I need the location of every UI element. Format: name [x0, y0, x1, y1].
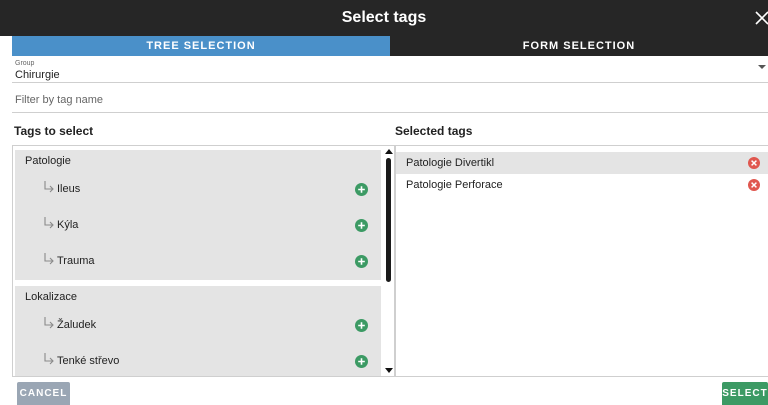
- group-select[interactable]: Group Chirurgie: [12, 56, 768, 83]
- x-circle-icon[interactable]: [748, 179, 760, 191]
- close-icon[interactable]: [754, 8, 768, 28]
- subdirectory-arrow-icon: [44, 217, 54, 229]
- dialog-title: Select tags: [341, 9, 427, 26]
- select-button[interactable]: SELECT: [722, 382, 768, 405]
- tag-group: Lokalizace Žaludek Tenké střevo: [15, 286, 381, 376]
- tag-group: Patologie Ileus Kýla Trauma: [15, 150, 381, 280]
- subdirectory-arrow-icon: [44, 181, 54, 193]
- selected-tag-label: Patologie Perforace: [406, 179, 503, 191]
- tag-item: Trauma: [29, 244, 381, 280]
- selected-tags-panel: Patologie Divertikl Patologie Perforace: [395, 145, 768, 377]
- tag-tree: Patologie Ileus Kýla Trauma Lokalizace Ž…: [15, 150, 381, 376]
- tab-tree-selection[interactable]: TREE SELECTION: [12, 36, 390, 56]
- subdirectory-arrow-icon: [44, 353, 54, 365]
- selection-tabs: TREE SELECTION FORM SELECTION: [12, 36, 768, 56]
- selected-tag-row: Patologie Divertikl: [396, 152, 768, 174]
- tag-group-label: Lokalizace: [25, 291, 77, 303]
- tag-item: Kýla: [29, 208, 381, 244]
- selected-tags-heading: Selected tags: [395, 124, 473, 138]
- cancel-button[interactable]: CANCEL: [17, 382, 70, 405]
- tags-to-select-heading: Tags to select: [14, 124, 94, 138]
- group-select-label: Group: [15, 60, 35, 67]
- scroll-down-icon[interactable]: [385, 368, 393, 373]
- tag-item: Ileus: [29, 172, 381, 208]
- subdirectory-arrow-icon: [44, 317, 54, 329]
- plus-circle-icon[interactable]: [355, 255, 368, 268]
- filter-field: [12, 88, 768, 113]
- plus-circle-icon[interactable]: [355, 219, 368, 232]
- selected-tag-row: Patologie Perforace: [396, 174, 768, 196]
- tag-item-label: Tenké střevo: [57, 355, 120, 367]
- chevron-down-icon[interactable]: [758, 65, 766, 69]
- tree-scrollbar[interactable]: [382, 146, 394, 376]
- dialog-title-bar: Select tags: [0, 0, 768, 36]
- plus-circle-icon[interactable]: [355, 319, 368, 332]
- tags-to-select-panel: Patologie Ileus Kýla Trauma Lokalizace Ž…: [12, 145, 395, 377]
- selected-tag-label: Patologie Divertikl: [406, 157, 495, 169]
- tag-item: Žaludek: [29, 308, 381, 344]
- subdirectory-arrow-icon: [44, 253, 54, 265]
- tag-item-label: Ileus: [57, 183, 81, 195]
- plus-circle-icon[interactable]: [355, 355, 368, 368]
- filter-input[interactable]: [12, 88, 768, 112]
- tag-item-label: Trauma: [57, 255, 95, 267]
- plus-circle-icon[interactable]: [355, 183, 368, 196]
- tag-item: Tenké střevo: [29, 344, 381, 376]
- tag-group-label: Patologie: [25, 155, 71, 167]
- tag-item-label: Žaludek: [57, 319, 97, 331]
- tag-item-label: Kýla: [57, 219, 79, 231]
- x-circle-icon[interactable]: [748, 157, 760, 169]
- scroll-up-icon[interactable]: [385, 149, 393, 154]
- group-select-value: Chirurgie: [15, 69, 60, 81]
- tab-form-selection[interactable]: FORM SELECTION: [390, 36, 768, 56]
- scrollbar-thumb[interactable]: [386, 158, 391, 282]
